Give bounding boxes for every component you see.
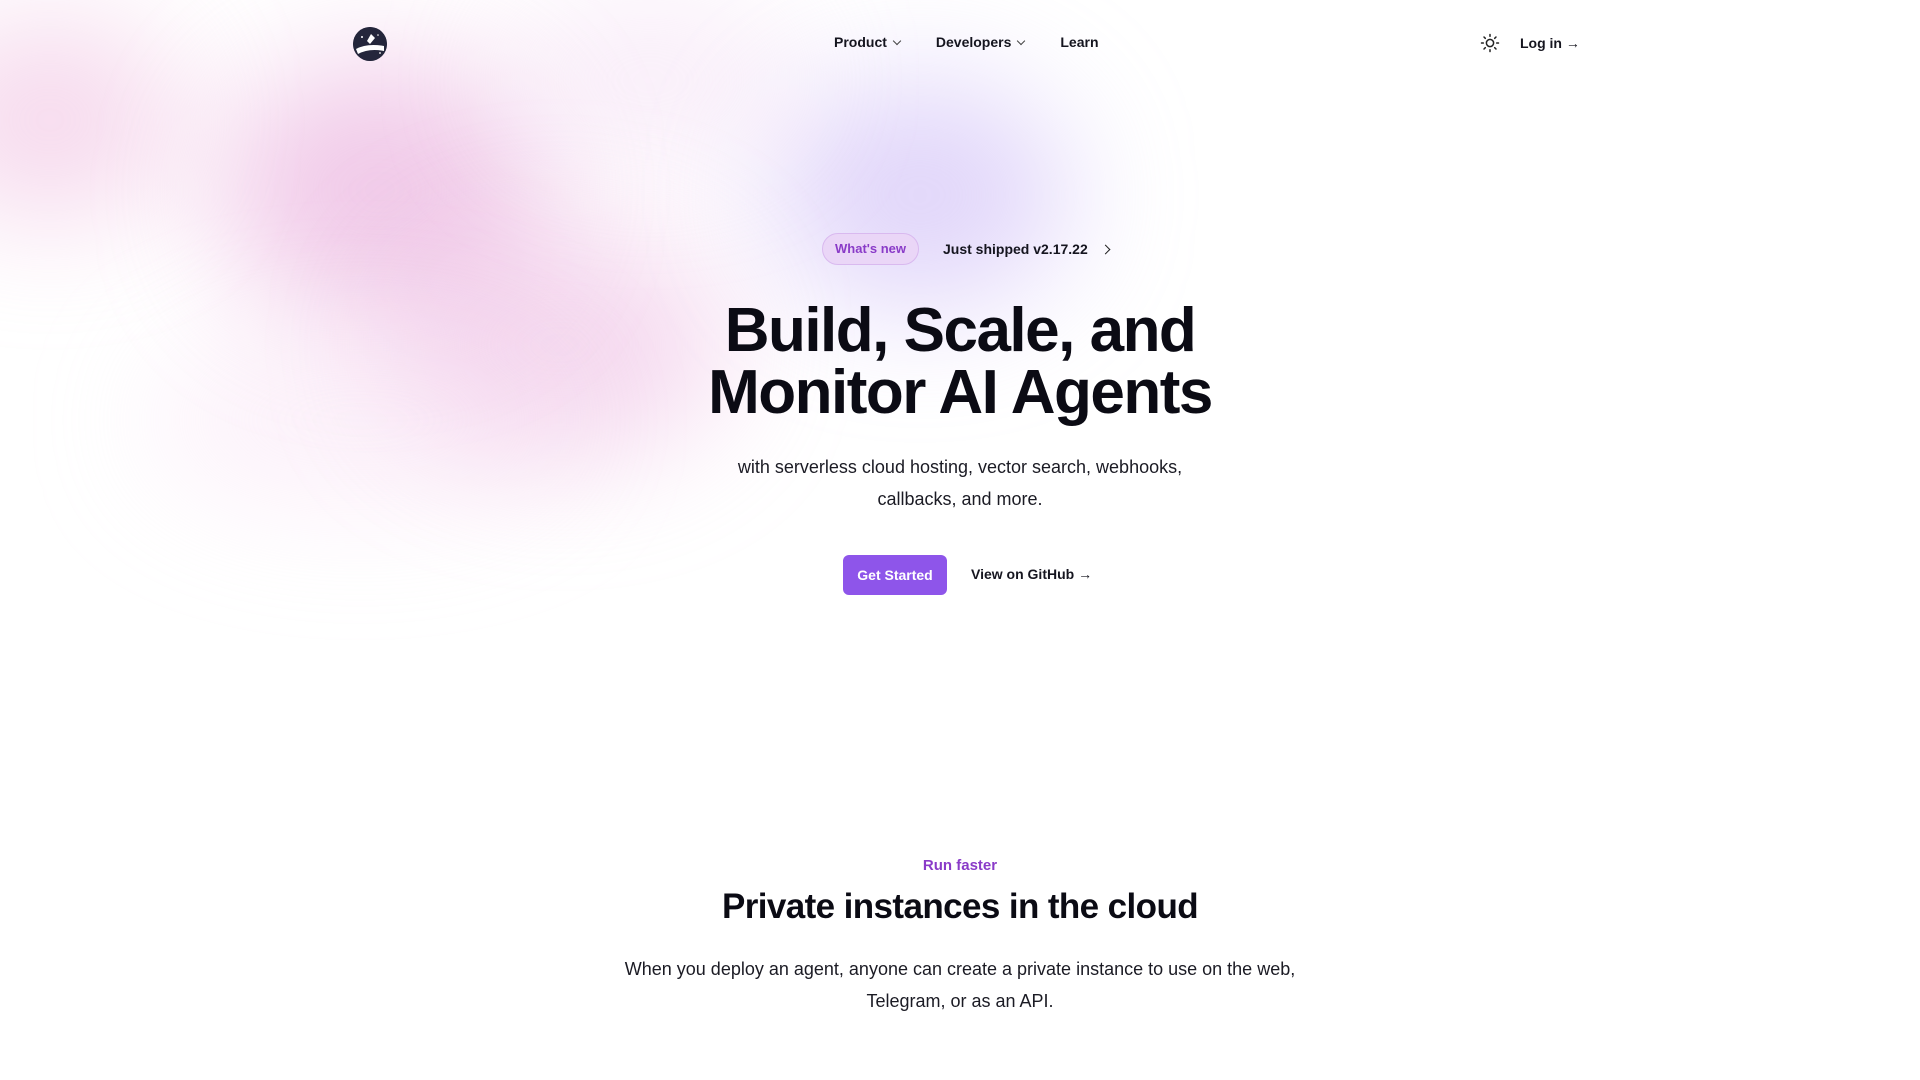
page: Product Developers Learn Log in → What's… [0, 0, 1920, 1080]
whats-new-badge[interactable]: What's new [822, 233, 919, 265]
hero-title-line: Monitor AI Agents [708, 358, 1213, 427]
nav-item-label: Product [834, 34, 887, 50]
login-link[interactable]: Log in → [1520, 35, 1580, 51]
chevron-right-icon [1100, 244, 1111, 254]
main-nav: Product Developers Learn [834, 34, 1135, 50]
sun-icon[interactable] [1480, 33, 1500, 53]
nav-item-label: Learn [1060, 34, 1099, 50]
section-body-line: Telegram, or as an API. [866, 991, 1054, 1011]
site-header: Product Developers Learn Log in → [0, 0, 1920, 88]
background-gradient-blob [220, 60, 540, 320]
chevron-down-icon [892, 36, 902, 45]
chevron-down-icon [1017, 36, 1026, 45]
nav-item-label: Developers [935, 34, 1012, 50]
get-started-button[interactable]: Get Started [843, 555, 947, 595]
section-body-line: When you deploy an agent, anyone can cre… [624, 959, 1296, 979]
nav-item-learn[interactable]: Learn [1060, 34, 1098, 50]
section-body: When you deploy an agent, anyone can cre… [610, 953, 1310, 1017]
hero-title-line: Build, Scale, and [724, 296, 1197, 365]
hero-subtitle-line: with serverless cloud hosting, vector se… [737, 457, 1183, 477]
announcement-link[interactable]: Just shipped v2.17.22 [943, 241, 1111, 257]
logo-icon[interactable] [353, 27, 387, 61]
view-on-github-link[interactable]: View on GitHub → [971, 566, 1092, 582]
announcement-text: Just shipped v2.17.22 [943, 241, 1088, 257]
nav-item-developers[interactable]: Developers [935, 34, 1026, 50]
nav-item-product[interactable]: Product [834, 34, 902, 50]
section-title: Private instances in the cloud [721, 887, 1199, 926]
background-gradient-blob [150, 330, 570, 510]
hero-title: Build, Scale, and Monitor AI Agents [610, 300, 1310, 424]
hero-subtitle: with serverless cloud hosting, vector se… [660, 451, 1260, 515]
background-gradient-blob [770, 80, 1070, 310]
announcement-bar[interactable]: What's new Just shipped v2.17.22 [822, 233, 1111, 265]
hero-subtitle-line: callbacks, and more. [877, 489, 1043, 509]
section-eyebrow: Run faster [922, 857, 998, 874]
